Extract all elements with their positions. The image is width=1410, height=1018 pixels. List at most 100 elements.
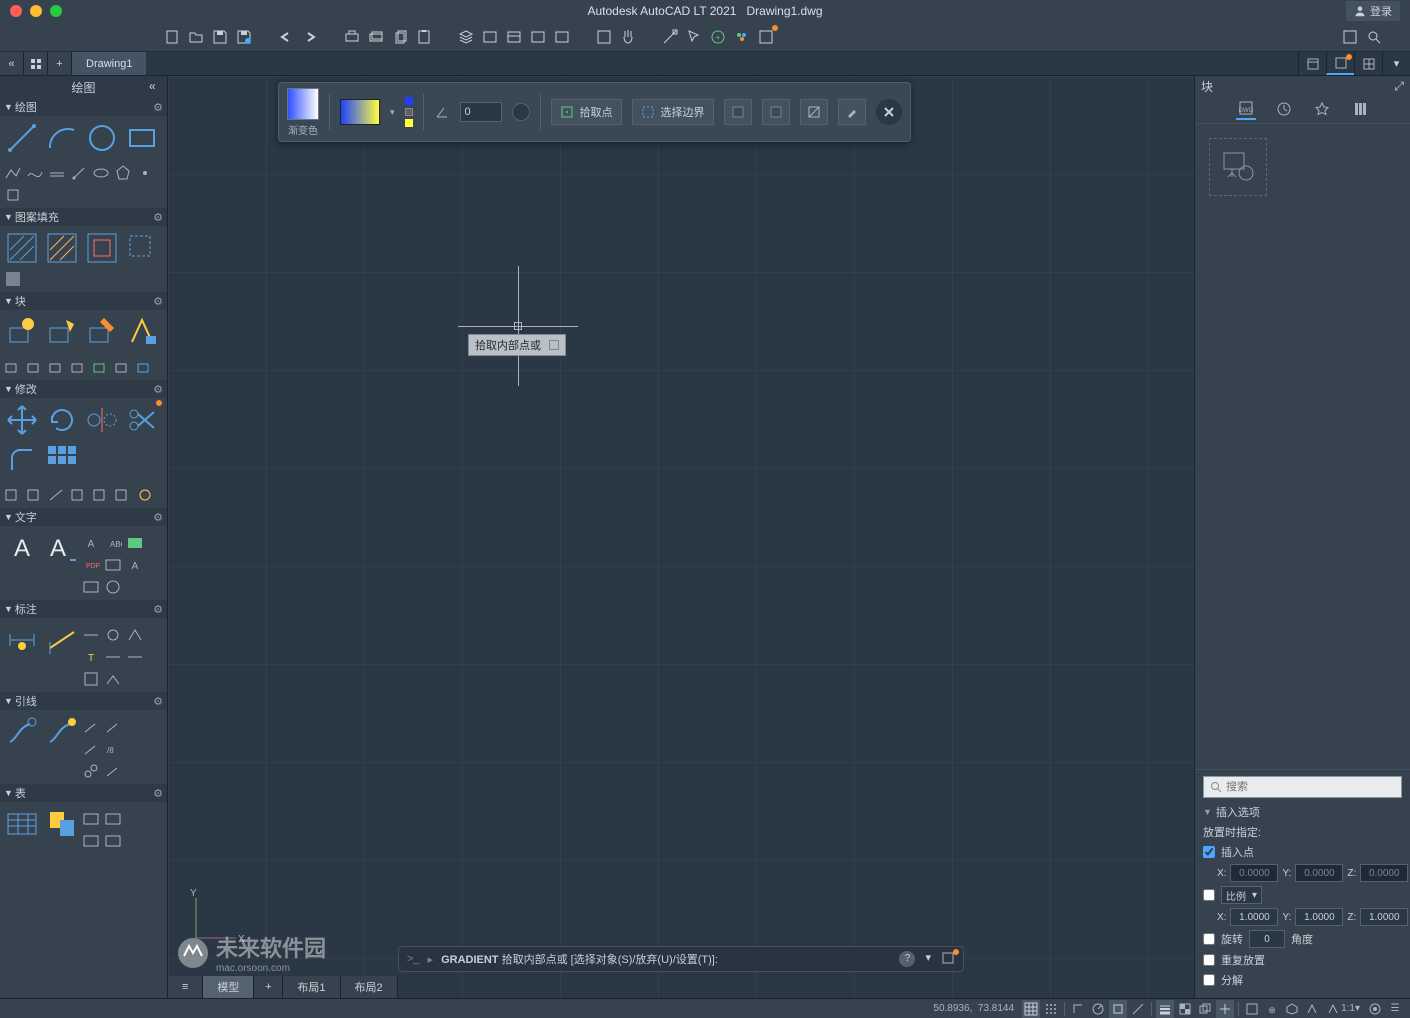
insertion-point-checkbox[interactable]: [1203, 846, 1215, 858]
tool-palette-icon[interactable]: [1326, 52, 1354, 75]
undo-icon[interactable]: [276, 27, 296, 47]
batch-plot-icon[interactable]: [366, 27, 386, 47]
tbl-s3[interactable]: [82, 832, 100, 850]
option2-button[interactable]: [762, 99, 790, 125]
tbl-s2[interactable]: [104, 810, 122, 828]
mod-s5[interactable]: [92, 486, 110, 504]
scale-select[interactable]: 比例▾: [1221, 886, 1262, 904]
group-icon[interactable]: +: [708, 27, 728, 47]
mod-s2[interactable]: [26, 486, 44, 504]
command-expand-icon[interactable]: [941, 951, 955, 968]
rectangle-tool[interactable]: [124, 120, 160, 156]
units-icon[interactable]: ⊕: [1263, 1000, 1281, 1018]
zoom-window-icon[interactable]: [594, 27, 614, 47]
leader-tool[interactable]: [44, 714, 80, 750]
angle-dial[interactable]: [512, 103, 530, 121]
drawing-tab[interactable]: Drawing1: [72, 52, 146, 75]
pick-point-button[interactable]: 拾取点: [551, 99, 622, 125]
close-ribbon-button[interactable]: [876, 99, 902, 125]
grid-mode-icon[interactable]: [1022, 1000, 1040, 1018]
gear-icon[interactable]: ⚙: [153, 383, 163, 396]
scale-x-input[interactable]: [1230, 908, 1278, 926]
mod-s3[interactable]: [48, 486, 66, 504]
dim-s4[interactable]: T: [82, 648, 100, 666]
layout-tabs-menu[interactable]: ≡: [168, 976, 203, 998]
section-draw[interactable]: ▼绘图⚙: [0, 98, 167, 116]
add-layout-tab[interactable]: +: [254, 976, 283, 998]
paste-icon[interactable]: [414, 27, 434, 47]
tbl-s4[interactable]: [104, 832, 122, 850]
cloud-icon[interactable]: [732, 27, 752, 47]
section-table[interactable]: ▼表⚙: [0, 784, 167, 802]
expand-palette-icon[interactable]: ⤢: [1394, 79, 1404, 94]
block-s4[interactable]: [70, 358, 88, 376]
repeat-checkbox[interactable]: [1203, 954, 1215, 966]
ellipse-tool[interactable]: [92, 164, 110, 182]
osnap-mode-icon[interactable]: [1109, 1000, 1127, 1018]
text-s3[interactable]: [126, 534, 144, 552]
array-tool[interactable]: [44, 442, 80, 478]
workspace-icon[interactable]: [1366, 1000, 1384, 1018]
mod-s4[interactable]: [70, 486, 88, 504]
edit-block-tool[interactable]: [84, 314, 120, 350]
mleader-tool[interactable]: [4, 714, 40, 750]
lead-s4[interactable]: /8: [104, 740, 122, 758]
scale-button[interactable]: 1:1 ▾: [1323, 1000, 1364, 1018]
command-line[interactable]: >_ ▸ GRADIENT 拾取内部点或 [选择对象(S)/放弃(U)/设置(T…: [398, 946, 964, 972]
angle-input[interactable]: [460, 102, 502, 122]
lead-s1[interactable]: [82, 718, 100, 736]
block-s7[interactable]: [136, 358, 154, 376]
move-tool[interactable]: [4, 402, 40, 438]
attribute-tool[interactable]: [124, 314, 160, 350]
drawing-canvas[interactable]: 渐变色 ▾ 拾取点 选择边界: [168, 76, 1194, 998]
tbl-s1[interactable]: [82, 810, 100, 828]
create-block-tool[interactable]: [44, 314, 80, 350]
donut-tool[interactable]: [4, 186, 22, 204]
text-s2[interactable]: ABC: [104, 534, 122, 552]
layout1-tab[interactable]: 布局1: [283, 976, 340, 998]
save-as-icon[interactable]: [234, 27, 254, 47]
scale-y-input[interactable]: [1295, 908, 1343, 926]
properties-palette-icon[interactable]: [1298, 52, 1326, 75]
block-s2[interactable]: [26, 358, 44, 376]
open-file-icon[interactable]: [186, 27, 206, 47]
transparency-icon[interactable]: [1176, 1000, 1194, 1018]
rotate-tool[interactable]: [44, 402, 80, 438]
rotation-checkbox[interactable]: [1203, 933, 1215, 945]
text-s1[interactable]: A: [82, 534, 100, 552]
pan-icon[interactable]: [618, 27, 638, 47]
dim-s6[interactable]: [126, 648, 144, 666]
gear-icon[interactable]: ⚙: [153, 211, 163, 224]
close-window[interactable]: [10, 5, 22, 17]
tab-recent[interactable]: [1274, 100, 1294, 120]
new-file-icon[interactable]: [162, 27, 182, 47]
dim-s7[interactable]: [82, 670, 100, 688]
lineweight-icon[interactable]: [1156, 1000, 1174, 1018]
search-input[interactable]: [1226, 781, 1395, 793]
insert-block-tool[interactable]: [4, 314, 40, 350]
fillet-tool[interactable]: [4, 442, 40, 478]
region-tool[interactable]: [124, 230, 160, 266]
dim-s1[interactable]: [82, 626, 100, 644]
select-icon[interactable]: [684, 27, 704, 47]
color2-swatch[interactable]: [405, 119, 413, 127]
dim-linear-tool[interactable]: [4, 622, 40, 658]
cycling-icon[interactable]: [1196, 1000, 1214, 1018]
lead-s6[interactable]: [104, 762, 122, 780]
gear-icon[interactable]: ⚙: [153, 295, 163, 308]
xline-tool[interactable]: [48, 164, 66, 182]
gradient-preview[interactable]: [340, 99, 380, 125]
scale-checkbox[interactable]: [1203, 889, 1215, 901]
tab-libraries[interactable]: [1350, 100, 1370, 120]
save-icon[interactable]: [210, 27, 230, 47]
boundary-tool[interactable]: [84, 230, 120, 266]
grid-view-icon[interactable]: [24, 52, 48, 75]
text-s8[interactable]: [104, 578, 122, 596]
measure-icon[interactable]: [660, 27, 680, 47]
gear-icon[interactable]: ⚙: [153, 603, 163, 616]
dim-s2[interactable]: [104, 626, 122, 644]
section-modify[interactable]: ▼修改⚙: [0, 380, 167, 398]
section-text[interactable]: ▼文字⚙: [0, 508, 167, 526]
tab-favorites[interactable]: [1312, 100, 1332, 120]
text-tool[interactable]: A: [44, 530, 80, 566]
